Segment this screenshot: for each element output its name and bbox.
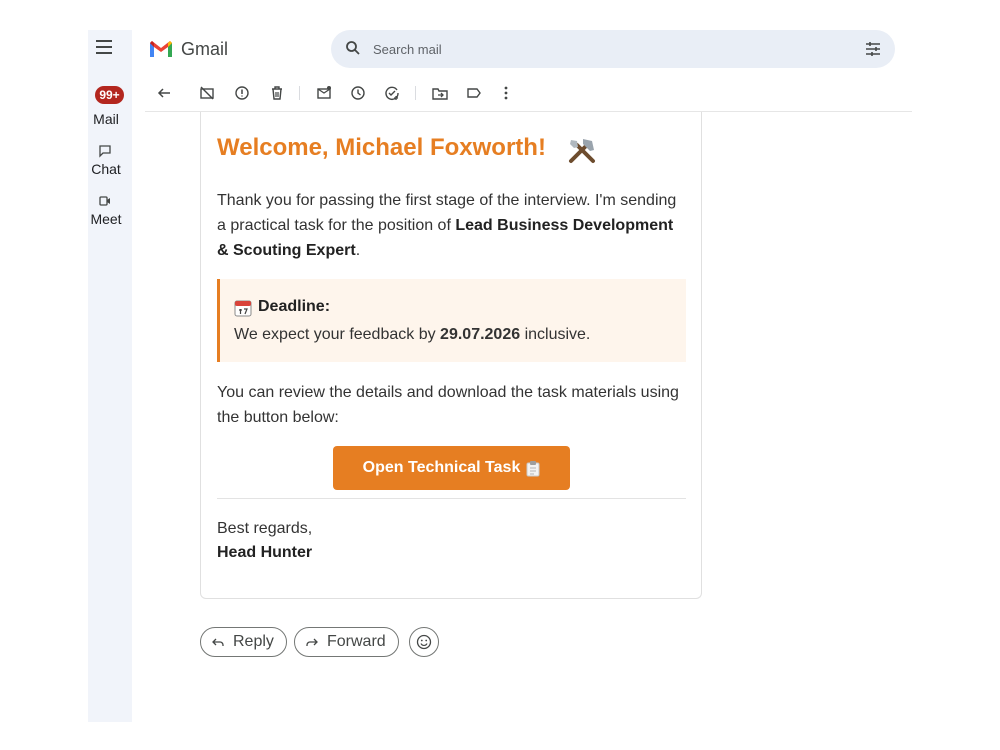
reply-button[interactable]: Reply [200,627,287,657]
review-paragraph: You can review the details and download … [217,384,679,426]
more-icon[interactable] [497,84,515,102]
search-bar[interactable] [331,30,895,68]
add-task-icon[interactable] [383,84,401,102]
signature-divider [217,498,686,499]
label-icon[interactable] [465,84,483,102]
main-menu-icon[interactable] [96,40,112,56]
toolbar-separator [299,86,300,100]
reply-icon [212,638,224,646]
report-spam-icon[interactable] [233,84,251,102]
search-input[interactable] [373,39,833,59]
open-task-label: Open Technical Task [362,459,521,476]
intro-end: . [355,242,361,259]
intro-paragraph: Thank you for passing the first stage of… [217,188,687,263]
forward-button[interactable]: Forward [294,627,399,657]
rail-item-meet[interactable]: Meet [84,211,128,227]
back-icon[interactable] [155,84,173,102]
deadline-title: Deadline: [258,298,331,315]
signature: Head Hunter [217,544,313,561]
chat-icon[interactable] [98,144,112,158]
deadline-date: 29.07.2026 [440,326,521,343]
left-rail [88,30,132,722]
mark-unread-icon[interactable] [315,84,333,102]
emoji-reaction-button[interactable] [409,627,439,657]
reply-label: Reply [233,633,274,650]
email-headline: Welcome, Michael Foxworth! [217,134,546,161]
rail-item-chat[interactable]: Chat [84,161,128,177]
forward-icon [306,638,318,646]
deadline-callout: Deadline: We expect your feedback by 29.… [217,279,686,362]
rail-item-mail[interactable]: Mail [84,111,128,127]
open-task-button[interactable]: Open Technical Task [333,446,570,490]
snooze-icon[interactable] [349,84,367,102]
deadline-pre: We expect your feedback by [234,326,441,343]
move-to-icon[interactable] [431,84,449,102]
delete-icon[interactable] [268,84,286,102]
tools-icon [569,139,595,163]
calendar-icon [234,300,252,317]
unread-count-badge: 99+ [95,86,124,104]
signoff: Best regards, [217,520,313,537]
gmail-logo-icon[interactable] [148,39,174,59]
brand-name: Gmail [181,39,229,59]
toolbar-separator [415,86,416,100]
video-icon[interactable] [98,194,112,208]
search-icon[interactable] [345,40,361,56]
message-toolbar [145,76,912,112]
clipboard-icon [526,460,540,476]
deadline-text: We expect your feedback by 29.07.2026 in… [234,326,590,344]
forward-label: Forward [327,633,386,650]
archive-icon[interactable] [198,84,216,102]
smiley-icon [416,634,432,650]
deadline-post: inclusive. [520,326,591,343]
search-options-icon[interactable] [865,41,881,57]
